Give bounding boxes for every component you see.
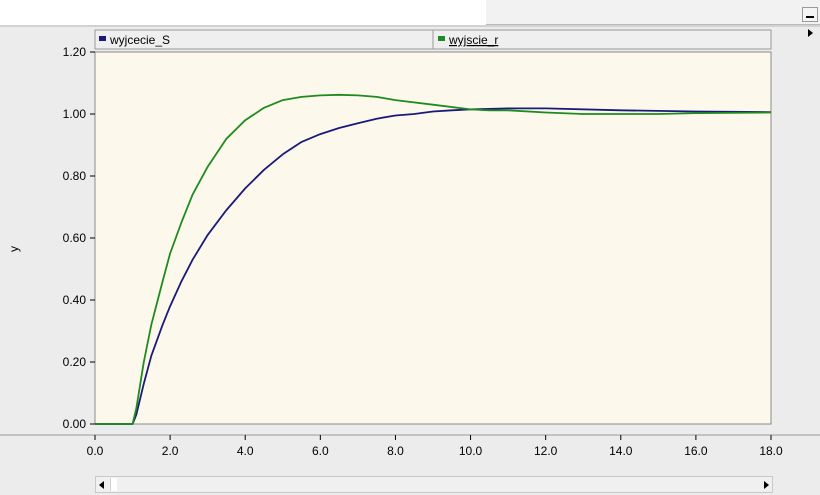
legend-label-wyjscie_r: wyjscie_r — [448, 33, 498, 47]
y-tick-label: 1.00 — [63, 107, 87, 121]
scroll-left-icon[interactable] — [99, 481, 104, 489]
x-tick-label: 0.0 — [87, 444, 104, 458]
horizontal-scrollbar[interactable] — [95, 476, 773, 493]
line-chart: wyjcecie_S wyjscie_r 0.00 0.20 0.40 0.60 0.8… — [0, 25, 820, 458]
x-tick-label: 18.0 — [759, 444, 783, 458]
x-tick-label: 4.0 — [237, 444, 254, 458]
x-tick-label: 8.0 — [387, 444, 404, 458]
y-tick-label: 0.00 — [63, 417, 87, 431]
legend-swatch-wyjscie_r — [438, 36, 445, 41]
legend-swatch-wyjcecie_S — [99, 36, 106, 41]
x-tick-label: 2.0 — [162, 444, 179, 458]
plot-area — [94, 51, 772, 425]
y-axis: 0.00 0.20 0.40 0.60 0.80 1.00 1.20 — [63, 45, 95, 431]
scrollbar-thumb[interactable] — [110, 478, 117, 491]
legend-label-wyjcecie_S: wyjcecie_S — [109, 33, 170, 47]
y-axis-label: y — [7, 246, 21, 252]
y-tick-label: 0.80 — [63, 169, 87, 183]
x-tick-label: 10.0 — [459, 444, 483, 458]
scroll-right-icon[interactable] — [764, 481, 769, 489]
y-tick-label: 0.60 — [63, 231, 87, 245]
y-tick-label: 1.20 — [63, 45, 87, 59]
legend: wyjcecie_S wyjscie_r — [94, 29, 772, 50]
x-tick-label: 6.0 — [312, 444, 329, 458]
x-tick-label: 12.0 — [534, 444, 558, 458]
x-tick-label: 14.0 — [609, 444, 633, 458]
x-axis: 0.0 2.0 4.0 6.0 8.0 10.0 12.0 14.0 16.0 18.0 — [87, 435, 783, 458]
x-tick-label: 16.0 — [684, 444, 708, 458]
y-tick-label: 0.20 — [63, 355, 87, 369]
y-tick-label: 0.40 — [63, 293, 87, 307]
